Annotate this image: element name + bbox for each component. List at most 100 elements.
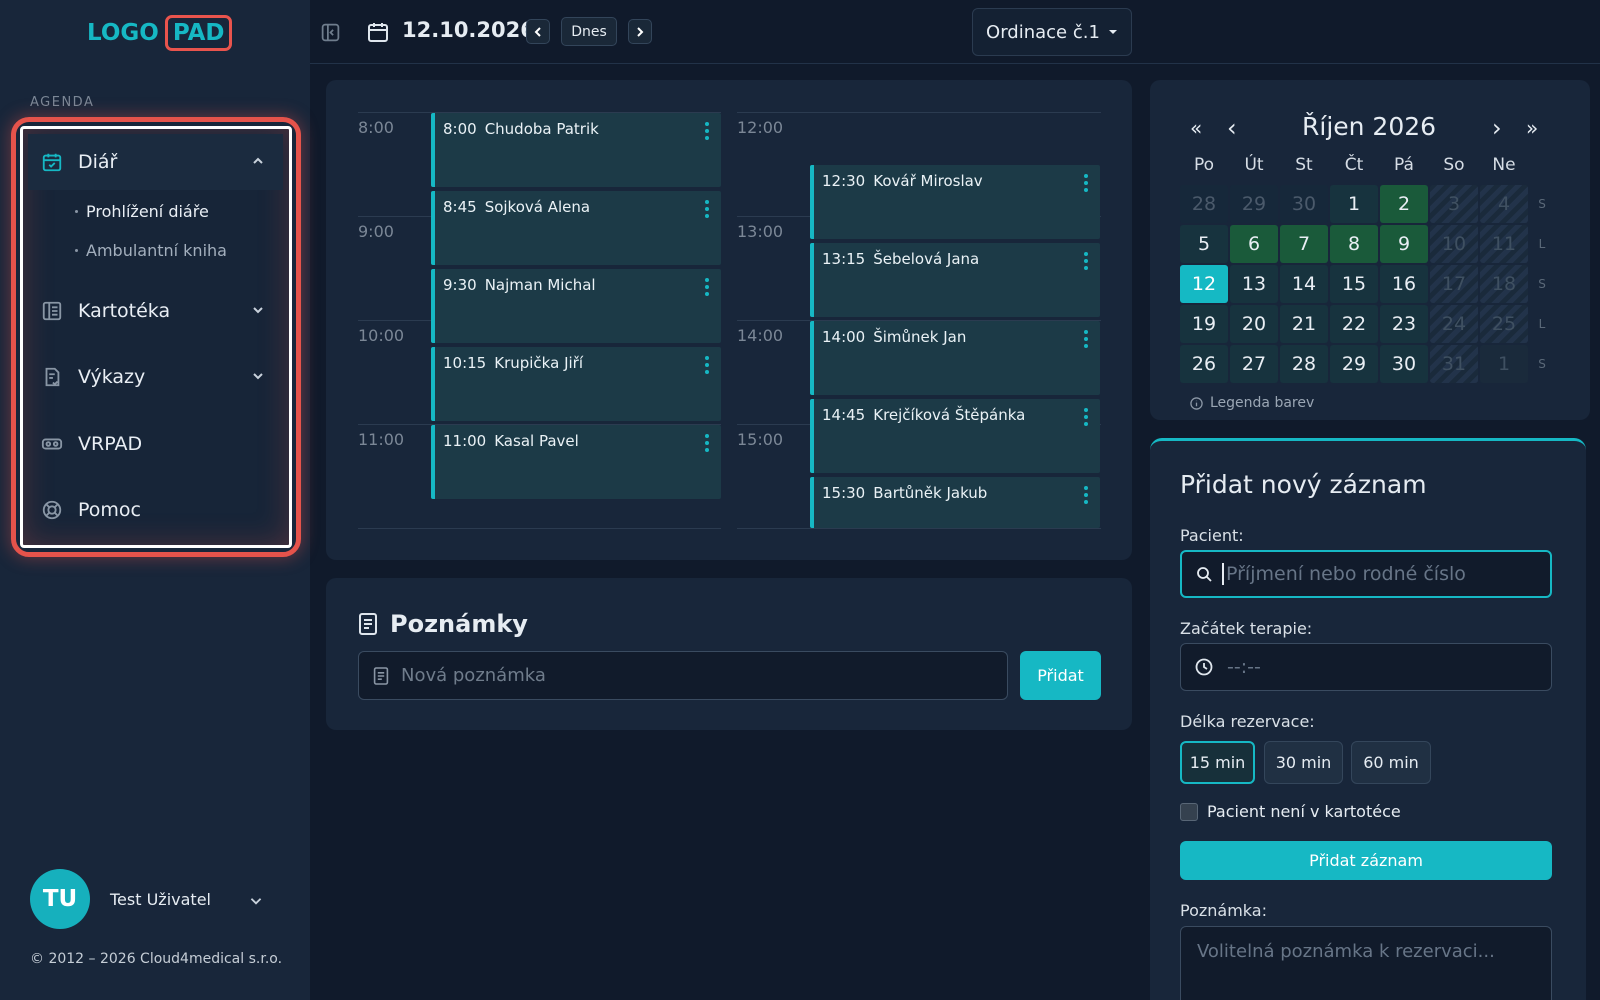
appointment[interactable]: 15:30 Bartůněk Jakub [810,477,1100,528]
duration-label: Délka rezervace: [1180,712,1315,731]
appointment[interactable]: 12:30 Kovář Miroslav [810,165,1100,239]
logo-text: LOGO [87,20,159,46]
appointment[interactable]: 14:45 Krejčíková Štěpánka [810,399,1100,473]
time-label: 13:00 [737,222,784,241]
more-vertical-icon[interactable] [705,356,709,374]
calendar-day[interactable]: 6 [1230,225,1278,263]
calendar-day[interactable]: 4 [1480,185,1528,223]
calendar-day[interactable]: 2 [1380,185,1428,223]
reservation-note-textarea[interactable]: Volitelná poznámka k rezervaci... [1180,926,1552,1000]
appointment[interactable]: 9:30 Najman Michal [431,269,721,343]
sidebar-subitem-prohlizeni[interactable]: Prohlížení diáře [75,202,209,221]
calendar-day[interactable]: 19 [1180,305,1228,343]
more-vertical-icon[interactable] [705,200,709,218]
appointment-time: 9:30 [443,276,477,294]
calendar-day[interactable]: 17 [1430,265,1478,303]
calendar-day[interactable]: 24 [1430,305,1478,343]
calendar-day[interactable]: 26 [1180,345,1228,383]
clock-icon [1195,658,1213,676]
logo[interactable]: LOGO PAD [87,13,233,53]
not-in-registry-label[interactable]: Pacient není v kartotéce [1207,802,1401,821]
more-vertical-icon[interactable] [1084,174,1088,192]
duration-60-button[interactable]: 60 min [1351,741,1431,784]
calendar-day[interactable]: 27 [1230,345,1278,383]
sidebar-item-vrpad[interactable]: VRPAD [28,416,283,472]
more-vertical-icon[interactable] [1084,408,1088,426]
search-icon [1196,566,1212,582]
note-input[interactable]: Nová poznámka [358,651,1008,700]
report-icon [40,365,64,389]
duration-15-button[interactable]: 15 min [1180,741,1255,784]
sidebar-subitem-ambulantni[interactable]: Ambulantní kniha [75,241,227,260]
duration-30-button[interactable]: 30 min [1264,741,1343,784]
calendar-day[interactable]: 28 [1180,185,1228,223]
calendar-day[interactable]: 9 [1380,225,1428,263]
prev-month-button[interactable]: ‹ [1227,114,1237,142]
calendar-day[interactable]: 1 [1330,185,1378,223]
add-note-button[interactable]: Přidat [1020,651,1101,700]
sidebar-item-vykazy[interactable]: Výkazy [28,349,283,405]
calendar-day[interactable]: 29 [1230,185,1278,223]
calendar-day[interactable]: 31 [1430,345,1478,383]
next-day-button[interactable] [628,19,652,44]
calendar-week: 5 6 7 8 9 10 11 L [1180,225,1548,263]
patient-search-input[interactable]: Příjmení nebo rodné číslo [1180,550,1552,598]
sidebar-item-kartoteka[interactable]: Kartotéka [28,283,283,339]
more-vertical-icon[interactable] [1084,330,1088,348]
calendar-day[interactable]: 5 [1180,225,1228,263]
calendar-day[interactable]: 30 [1380,345,1428,383]
add-record-button[interactable]: Přidat záznam [1180,841,1552,880]
more-vertical-icon[interactable] [1084,486,1088,504]
appointment-name: Krejčíková Štěpánka [873,406,1026,424]
next-month-button[interactable]: › [1492,114,1502,142]
calendar-week: 19 20 21 22 23 24 25 L [1180,305,1548,343]
appointment[interactable]: 8:45 Sojková Alena [431,191,721,265]
calendar-day[interactable]: 23 [1380,305,1428,343]
calendar-day[interactable]: 28 [1280,345,1328,383]
form-title: Přidat nový záznam [1180,470,1427,499]
calendar-day[interactable]: 21 [1280,305,1328,343]
calendar-day[interactable]: 13 [1230,265,1278,303]
appointment-name: Krupička Jiří [494,354,583,372]
chevron-down-icon[interactable] [248,893,264,909]
start-time-input[interactable]: --:-- [1180,643,1552,691]
calendar-day[interactable]: 30 [1280,185,1328,223]
clinic-select[interactable]: Ordinace č.1 [972,8,1132,56]
sidebar-item-pomoc[interactable]: Pomoc [28,482,283,538]
more-vertical-icon[interactable] [705,434,709,452]
last-month-button[interactable]: » [1526,116,1538,140]
prev-day-button[interactable] [526,19,550,44]
calendar-day[interactable]: 25 [1480,305,1528,343]
calendar-day[interactable]: 29 [1330,345,1378,383]
first-month-button[interactable]: « [1190,116,1202,140]
calendar-day[interactable]: 8 [1330,225,1378,263]
user-menu[interactable]: TU Test Uživatel [30,869,211,929]
calendar-day[interactable]: 10 [1430,225,1478,263]
lifebuoy-icon [40,498,64,522]
calendar-day[interactable]: 11 [1480,225,1528,263]
calendar-day[interactable]: 3 [1430,185,1478,223]
sidebar-item-label: Výkazy [78,366,146,388]
more-vertical-icon[interactable] [705,278,709,296]
more-vertical-icon[interactable] [705,122,709,140]
color-legend[interactable]: Legenda barev [1190,395,1314,411]
not-in-registry-checkbox[interactable] [1180,803,1198,821]
calendar-day[interactable]: 22 [1330,305,1378,343]
calendar-day[interactable]: 1 [1480,345,1528,383]
calendar-day[interactable]: 7 [1280,225,1328,263]
sidebar-toggle-icon[interactable] [320,22,341,43]
appointment[interactable]: 13:15 Šebelová Jana [810,243,1100,317]
calendar-day[interactable]: 14 [1280,265,1328,303]
appointment[interactable]: 8:00 Chudoba Patrik [431,113,721,187]
appointment[interactable]: 11:00 Kasal Pavel [431,425,721,499]
appointment[interactable]: 10:15 Krupička Jiří [431,347,721,421]
appointment[interactable]: 14:00 Šimůnek Jan [810,321,1100,395]
calendar-day[interactable]: 15 [1330,265,1378,303]
sidebar-item-diar[interactable]: Diář [28,134,283,190]
calendar-day[interactable]: 12 [1180,265,1228,303]
calendar-day[interactable]: 20 [1230,305,1278,343]
calendar-day[interactable]: 16 [1380,265,1428,303]
today-button[interactable]: Dnes [561,17,617,46]
calendar-day[interactable]: 18 [1480,265,1528,303]
more-vertical-icon[interactable] [1084,252,1088,270]
